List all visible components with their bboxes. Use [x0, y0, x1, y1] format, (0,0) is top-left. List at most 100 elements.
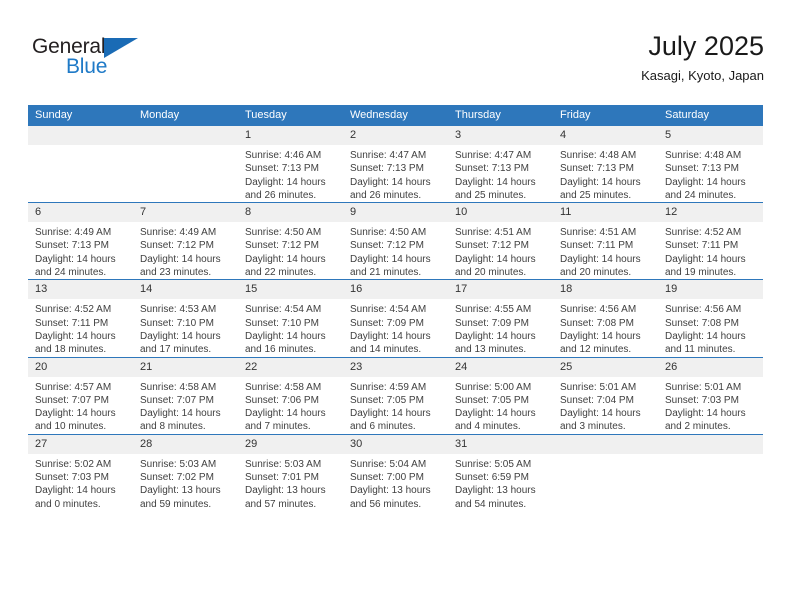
day-number: [133, 126, 238, 145]
daylight-text: and 54 minutes.: [455, 498, 527, 510]
calendar-day-cell[interactable]: 20 Sunrise: 4:57 AM Sunset: 7:07 PM Dayligh…: [28, 356, 133, 435]
daylight-text: and 12 minutes.: [560, 344, 632, 356]
page-title: July 2025: [648, 31, 764, 61]
sunrise-text: Sunrise: 4:53 AM: [140, 304, 217, 316]
daylight-text: Daylight: 14 hours: [560, 176, 641, 188]
daylight-text: and 20 minutes.: [455, 267, 527, 279]
day-number: 15: [238, 280, 343, 300]
sunrise-text: Sunrise: 4:58 AM: [140, 381, 217, 393]
calendar-day-cell[interactable]: 7 Sunrise: 4:49 AM Sunset: 7:12 PM Daylight…: [133, 202, 238, 280]
sunset-text: Sunset: 7:03 PM: [35, 472, 109, 484]
sunset-text: Sunset: 7:09 PM: [455, 317, 529, 329]
sunrise-text: Sunrise: 4:48 AM: [560, 150, 637, 161]
calendar-day-cell[interactable]: 26 Sunrise: 5:01 AM Sunset: 7:03 PM Dayligh…: [658, 356, 763, 435]
sunrise-text: Sunrise: 4:59 AM: [350, 381, 427, 393]
calendar-day-cell[interactable]: 14 Sunrise: 4:53 AM Sunset: 7:10 PM Dayligh…: [133, 279, 238, 358]
calendar-day-cell[interactable]: 9 Sunrise: 4:50 AM Sunset: 7:12 PM Daylight…: [343, 202, 448, 280]
day-detail-lines: Sunrise: 4:55 AM Sunset: 7:09 PM Daylight:…: [448, 299, 553, 356]
day-number: 14: [133, 280, 238, 300]
calendar-day-cell[interactable]: 23 Sunrise: 4:59 AM Sunset: 7:05 PM Dayligh…: [343, 356, 448, 435]
sunrise-text: Sunrise: 4:47 AM: [350, 150, 427, 161]
daylight-text: and 57 minutes.: [245, 498, 317, 510]
sunset-text: Sunset: 7:10 PM: [140, 317, 214, 329]
sunset-text: Sunset: 7:04 PM: [560, 394, 634, 406]
day-detail-lines: Sunrise: 4:47 AM Sunset: 7:13 PM Daylight:…: [343, 145, 448, 202]
sunset-text: Sunset: 7:00 PM: [350, 472, 424, 484]
calendar-day-cell[interactable]: 15 Sunrise: 4:54 AM Sunset: 7:10 PM Dayligh…: [238, 279, 343, 358]
calendar-day-cell[interactable]: 13 Sunrise: 4:52 AM Sunset: 7:11 PM Dayligh…: [28, 279, 133, 358]
day-number: 28: [133, 434, 238, 454]
day-number: 11: [553, 203, 658, 223]
weekday-header-monday: Monday: [133, 105, 238, 126]
daylight-text: and 17 minutes.: [140, 344, 212, 356]
daylight-text: Daylight: 14 hours: [560, 330, 641, 342]
sunset-text: Sunset: 7:09 PM: [350, 317, 424, 329]
calendar-day-cell[interactable]: 31 Sunrise: 5:05 AM Sunset: 6:59 PM Dayligh…: [448, 433, 553, 511]
day-detail-lines: Sunrise: 5:03 AM Sunset: 7:01 PM Daylight:…: [238, 454, 343, 511]
calendar-day-cell[interactable]: 18 Sunrise: 4:56 AM Sunset: 7:08 PM Dayligh…: [553, 279, 658, 358]
calendar-day-cell[interactable]: 3 Sunrise: 4:47 AM Sunset: 7:13 PM Daylight…: [448, 126, 553, 203]
daylight-text: and 4 minutes.: [455, 421, 521, 433]
calendar-day-cell[interactable]: 2 Sunrise: 4:47 AM Sunset: 7:13 PM Daylight…: [343, 126, 448, 203]
calendar-day-cell-empty: [658, 433, 763, 511]
daylight-text: Daylight: 14 hours: [245, 330, 326, 342]
calendar-day-cell[interactable]: 28 Sunrise: 5:03 AM Sunset: 7:02 PM Dayligh…: [133, 433, 238, 511]
calendar-day-cell[interactable]: 10 Sunrise: 4:51 AM Sunset: 7:12 PM Dayligh…: [448, 202, 553, 280]
calendar-day-cell[interactable]: 21 Sunrise: 4:58 AM Sunset: 7:07 PM Dayligh…: [133, 356, 238, 435]
weekday-header-friday: Friday: [553, 105, 658, 126]
daylight-text: and 14 minutes.: [350, 344, 422, 356]
calendar-day-cell[interactable]: 19 Sunrise: 4:56 AM Sunset: 7:08 PM Dayligh…: [658, 279, 763, 358]
general-blue-logo[interactable]: General Blue: [32, 35, 172, 83]
day-number: 7: [133, 203, 238, 223]
day-detail-lines: Sunrise: 5:03 AM Sunset: 7:02 PM Daylight:…: [133, 454, 238, 511]
calendar-body: 1 Sunrise: 4:46 AM Sunset: 7:13 PM Daylight…: [28, 126, 763, 511]
day-detail-lines: Sunrise: 4:58 AM Sunset: 7:06 PM Daylight:…: [238, 377, 343, 434]
daylight-text: Daylight: 14 hours: [455, 176, 536, 188]
calendar-day-cell[interactable]: 16 Sunrise: 4:54 AM Sunset: 7:09 PM Dayligh…: [343, 279, 448, 358]
sunset-text: Sunset: 7:10 PM: [245, 317, 319, 329]
sunset-text: Sunset: 7:13 PM: [245, 163, 319, 175]
sunrise-text: Sunrise: 4:56 AM: [665, 304, 742, 316]
daylight-text: Daylight: 14 hours: [665, 176, 746, 188]
calendar-day-cell[interactable]: 4 Sunrise: 4:48 AM Sunset: 7:13 PM Daylight…: [553, 126, 658, 203]
day-number: 21: [133, 357, 238, 377]
calendar-day-cell[interactable]: 24 Sunrise: 5:00 AM Sunset: 7:05 PM Dayligh…: [448, 356, 553, 435]
day-number: 24: [448, 357, 553, 377]
calendar-day-cell[interactable]: 11 Sunrise: 4:51 AM Sunset: 7:11 PM Dayligh…: [553, 202, 658, 280]
daylight-text: Daylight: 14 hours: [455, 408, 536, 420]
calendar-day-cell[interactable]: 22 Sunrise: 4:58 AM Sunset: 7:06 PM Dayligh…: [238, 356, 343, 435]
daylight-text: and 59 minutes.: [140, 498, 212, 510]
calendar-day-cell[interactable]: 12 Sunrise: 4:52 AM Sunset: 7:11 PM Dayligh…: [658, 202, 763, 280]
daylight-text: Daylight: 14 hours: [350, 253, 431, 265]
daylight-text: Daylight: 14 hours: [245, 253, 326, 265]
calendar-day-cell[interactable]: 6 Sunrise: 4:49 AM Sunset: 7:13 PM Daylight…: [28, 202, 133, 280]
calendar-day-cell[interactable]: 8 Sunrise: 4:50 AM Sunset: 7:12 PM Daylight…: [238, 202, 343, 280]
weekday-header-saturday: Saturday: [658, 105, 763, 126]
sunset-text: Sunset: 7:11 PM: [560, 240, 634, 252]
daylight-text: and 26 minutes.: [245, 189, 317, 201]
daylight-text: Daylight: 14 hours: [455, 330, 536, 342]
sunrise-text: Sunrise: 4:50 AM: [350, 227, 427, 239]
day-detail-lines: Sunrise: 4:59 AM Sunset: 7:05 PM Daylight:…: [343, 377, 448, 434]
day-number: 20: [28, 357, 133, 377]
daylight-text: and 19 minutes.: [665, 267, 737, 279]
sunrise-text: Sunrise: 4:54 AM: [245, 304, 322, 316]
day-detail-lines: Sunrise: 4:46 AM Sunset: 7:13 PM Daylight:…: [238, 145, 343, 202]
calendar-day-cell[interactable]: 25 Sunrise: 5:01 AM Sunset: 7:04 PM Dayligh…: [553, 356, 658, 435]
day-detail-lines: Sunrise: 4:48 AM Sunset: 7:13 PM Daylight:…: [658, 145, 763, 202]
day-number: 10: [448, 203, 553, 223]
day-number: 26: [658, 357, 763, 377]
daylight-text: Daylight: 13 hours: [350, 485, 431, 497]
calendar-day-cell[interactable]: 30 Sunrise: 5:04 AM Sunset: 7:00 PM Dayligh…: [343, 433, 448, 511]
calendar-day-cell[interactable]: 5 Sunrise: 4:48 AM Sunset: 7:13 PM Daylight…: [658, 126, 763, 203]
sunrise-text: Sunrise: 5:00 AM: [455, 381, 532, 393]
calendar-day-cell[interactable]: 17 Sunrise: 4:55 AM Sunset: 7:09 PM Dayligh…: [448, 279, 553, 358]
sunset-text: Sunset: 7:13 PM: [35, 240, 109, 252]
sunrise-text: Sunrise: 4:46 AM: [245, 150, 322, 161]
calendar-day-cell[interactable]: 29 Sunrise: 5:03 AM Sunset: 7:01 PM Dayligh…: [238, 433, 343, 511]
calendar-day-cell-empty: [133, 126, 238, 203]
calendar-day-cell[interactable]: 27 Sunrise: 5:02 AM Sunset: 7:03 PM Dayligh…: [28, 433, 133, 511]
daylight-text: Daylight: 14 hours: [665, 253, 746, 265]
calendar-day-cell[interactable]: 1 Sunrise: 4:46 AM Sunset: 7:13 PM Daylight…: [238, 126, 343, 203]
daylight-text: Daylight: 14 hours: [245, 408, 326, 420]
